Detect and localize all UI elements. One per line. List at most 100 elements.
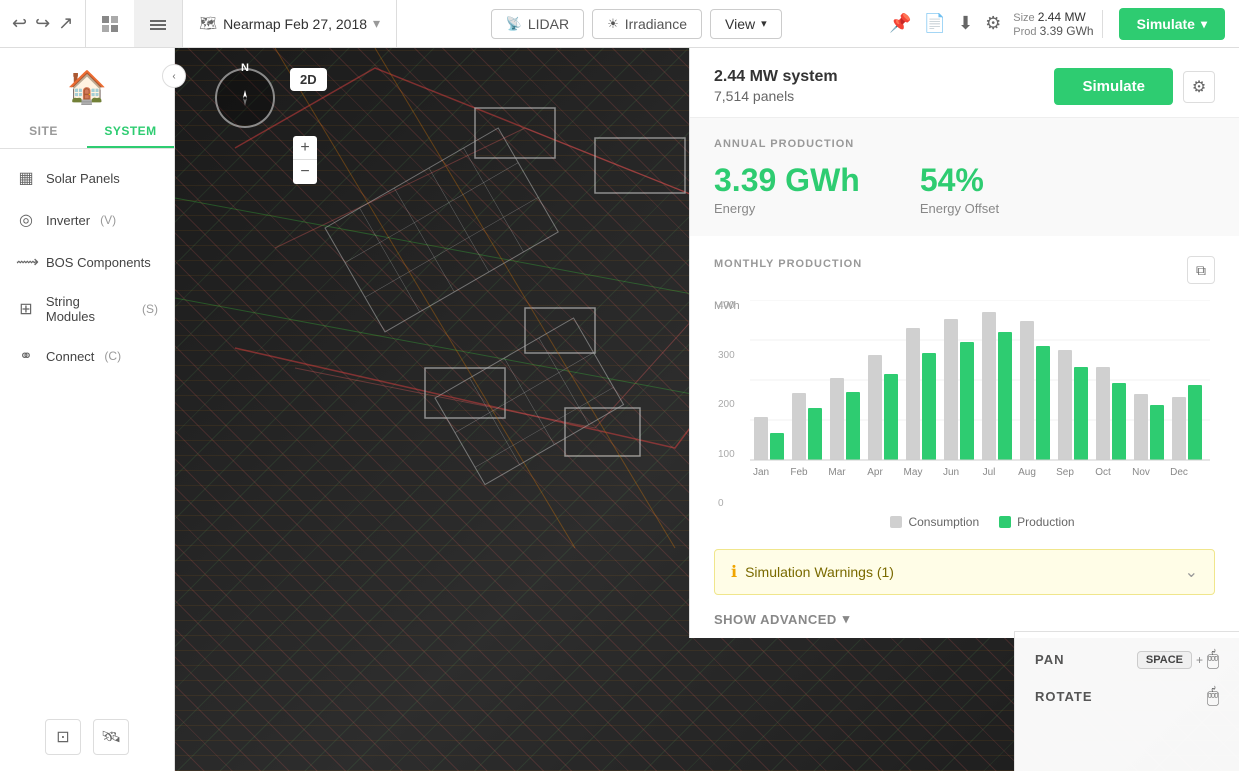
settings-icon[interactable]: ⚙ (985, 13, 1001, 34)
connect-shortcut: (C) (104, 349, 121, 363)
compass-north: N (241, 62, 249, 74)
offset-label: Energy Offset (920, 201, 999, 216)
irradiance-button[interactable]: ☀ Irradiance (592, 9, 702, 39)
svg-text:May: May (904, 467, 923, 478)
rotate-label: ROTATE (1035, 689, 1093, 704)
map-type-layer[interactable] (134, 0, 182, 47)
undo-icon[interactable]: ↩ (12, 13, 27, 34)
string-modules-shortcut: (S) (142, 302, 158, 316)
monthly-section-label: MONTHLY PRODUCTION (714, 258, 862, 270)
warnings-chevron: ⌄ (1185, 562, 1198, 582)
svg-text:Apr: Apr (867, 467, 883, 478)
y-tick-100: 100 (718, 449, 735, 460)
sidebar-item-bos[interactable]: ⟿ BOS Components (0, 241, 174, 283)
mouse-left-icon: 🖱 (1207, 648, 1219, 671)
consumption-legend-dot (890, 516, 902, 528)
svg-text:Jun: Jun (943, 467, 959, 478)
map-zoom-controls: + − (293, 136, 317, 184)
connect-label: Connect (46, 349, 94, 364)
toolbar-history: ↩ ↪ ↗ (0, 0, 86, 47)
map-date-chevron: ▾ (373, 15, 380, 32)
chart-container: MWh 0 100 200 300 400 (714, 300, 1215, 529)
sidebar: ‹ 🏠 SITE SYSTEM ▦ Solar Panels ◎ Inverte… (0, 48, 175, 771)
pan-label: PAN (1035, 652, 1064, 667)
view-chevron: ▾ (761, 17, 767, 30)
view-2d-button[interactable]: 2D (290, 68, 327, 91)
irradiance-label: Irradiance (625, 16, 687, 32)
monthly-chart-svg: Jan Feb Mar Apr May Jun Jul Aug Sep Oct … (750, 300, 1210, 500)
bos-label: BOS Components (46, 255, 151, 270)
y-tick-400: 400 (718, 300, 735, 311)
svg-text:Dec: Dec (1170, 467, 1188, 478)
copy-chart-button[interactable]: ⧉ (1187, 256, 1215, 284)
tab-system[interactable]: SYSTEM (87, 116, 174, 148)
keyboard-hints-panel: PAN SPACE + 🖱 ROTATE 🖱 (1014, 631, 1239, 771)
size-prod-info: Size 2.44 MW Prod 3.39 GWh (1013, 10, 1102, 38)
map-type-satellite[interactable] (86, 0, 134, 47)
warning-icon: ℹ (731, 562, 737, 582)
bottom-btn-map[interactable]: 🛰 (93, 719, 129, 755)
rotate-hint-row: ROTATE 🖱 (1035, 685, 1219, 708)
svg-text:Nov: Nov (1132, 467, 1150, 478)
sidebar-logo: 🏠 (0, 48, 174, 116)
sidebar-item-solar-panels[interactable]: ▦ Solar Panels (0, 157, 174, 199)
annual-section-label: ANNUAL PRODUCTION (714, 138, 1215, 150)
bottom-btn-layers[interactable]: ⊡ (45, 719, 81, 755)
connect-icon: ⚭ (16, 346, 36, 366)
toolbar-right: 📌 📄 ⬇ ⚙ Size 2.44 MW Prod 3.39 GWh Simul… (875, 8, 1239, 40)
map-date-selector[interactable]: 🗺 Nearmap Feb 27, 2018 ▾ (183, 0, 397, 47)
lidar-button[interactable]: 📡 LIDAR (491, 9, 584, 39)
panel-settings-button[interactable]: ⚙ (1183, 71, 1215, 103)
production-legend-label: Production (1017, 515, 1074, 529)
simulate-button[interactable]: Simulate (1054, 68, 1173, 105)
compass-ring: N (215, 68, 275, 128)
share-icon[interactable]: ↗ (58, 13, 73, 34)
offset-stat: 54% Energy Offset (920, 162, 999, 216)
sidebar-item-connect[interactable]: ⚭ Connect (C) (0, 335, 174, 377)
map-date-label: Nearmap Feb 27, 2018 (223, 16, 367, 32)
warnings-left: ℹ Simulation Warnings (1) (731, 562, 894, 582)
y-tick-200: 200 (718, 399, 735, 410)
sidebar-item-inverter[interactable]: ◎ Inverter (V) (0, 199, 174, 241)
map-compass[interactable]: N (215, 68, 275, 128)
production-legend-dot (999, 516, 1011, 528)
size-row: Size 2.44 MW (1013, 10, 1093, 24)
sidebar-tabs: SITE SYSTEM (0, 116, 174, 149)
view-button[interactable]: View ▾ (710, 9, 782, 39)
consumption-legend-label: Consumption (908, 515, 979, 529)
sidebar-menu: ▦ Solar Panels ◎ Inverter (V) ⟿ BOS Comp… (0, 149, 174, 385)
prod-row: Prod 3.39 GWh (1013, 24, 1093, 38)
system-size: 2.44 MW system (714, 68, 838, 86)
mouse-right-icon: 🖱 (1207, 685, 1219, 708)
monthly-production-section: MONTHLY PRODUCTION ⧉ MWh 0 100 200 300 4… (690, 236, 1239, 549)
toolbar: ↩ ↪ ↗ 🗺 Nearmap Feb 27, 2018 ▾ 📡 LIDAR ☀… (0, 0, 1239, 48)
svg-text:Feb: Feb (790, 467, 808, 478)
plus-sign: + (1196, 653, 1203, 667)
warnings-section[interactable]: ℹ Simulation Warnings (1) ⌄ (714, 549, 1215, 595)
svg-text:Sep: Sep (1056, 467, 1074, 478)
simulate-chevron: ▾ (1201, 17, 1207, 31)
lidar-icon: 📡 (506, 16, 522, 32)
zoom-out-button[interactable]: − (293, 160, 317, 184)
inverter-shortcut: (V) (100, 213, 116, 227)
zoom-in-button[interactable]: + (293, 136, 317, 160)
download-icon[interactable]: ⬇ (958, 13, 973, 34)
redo-icon[interactable]: ↪ (35, 13, 50, 34)
pan-hint-row: PAN SPACE + 🖱 (1035, 648, 1219, 671)
rotate-keys: 🖱 (1207, 685, 1219, 708)
tab-site[interactable]: SITE (0, 116, 87, 148)
pan-keys: SPACE + 🖱 (1137, 648, 1219, 671)
pin-icon[interactable]: 📌 (889, 13, 911, 34)
simulate-button-top[interactable]: Simulate ▾ (1119, 8, 1225, 40)
toolbar-map-type (86, 0, 183, 47)
space-key-badge: SPACE (1137, 651, 1192, 669)
panel-header: 2.44 MW system 7,514 panels Simulate ⚙ (690, 48, 1239, 118)
string-modules-label: String Modules (46, 294, 132, 324)
view-label: View (725, 16, 755, 32)
document-icon[interactable]: 📄 (924, 13, 946, 34)
consumption-legend-item: Consumption (890, 515, 979, 529)
warnings-text: Simulation Warnings (1) (745, 564, 894, 580)
sidebar-collapse-button[interactable]: ‹ (162, 64, 186, 88)
svg-text:Jan: Jan (753, 467, 769, 478)
sidebar-item-string-modules[interactable]: ⊞ String Modules (S) (0, 283, 174, 335)
